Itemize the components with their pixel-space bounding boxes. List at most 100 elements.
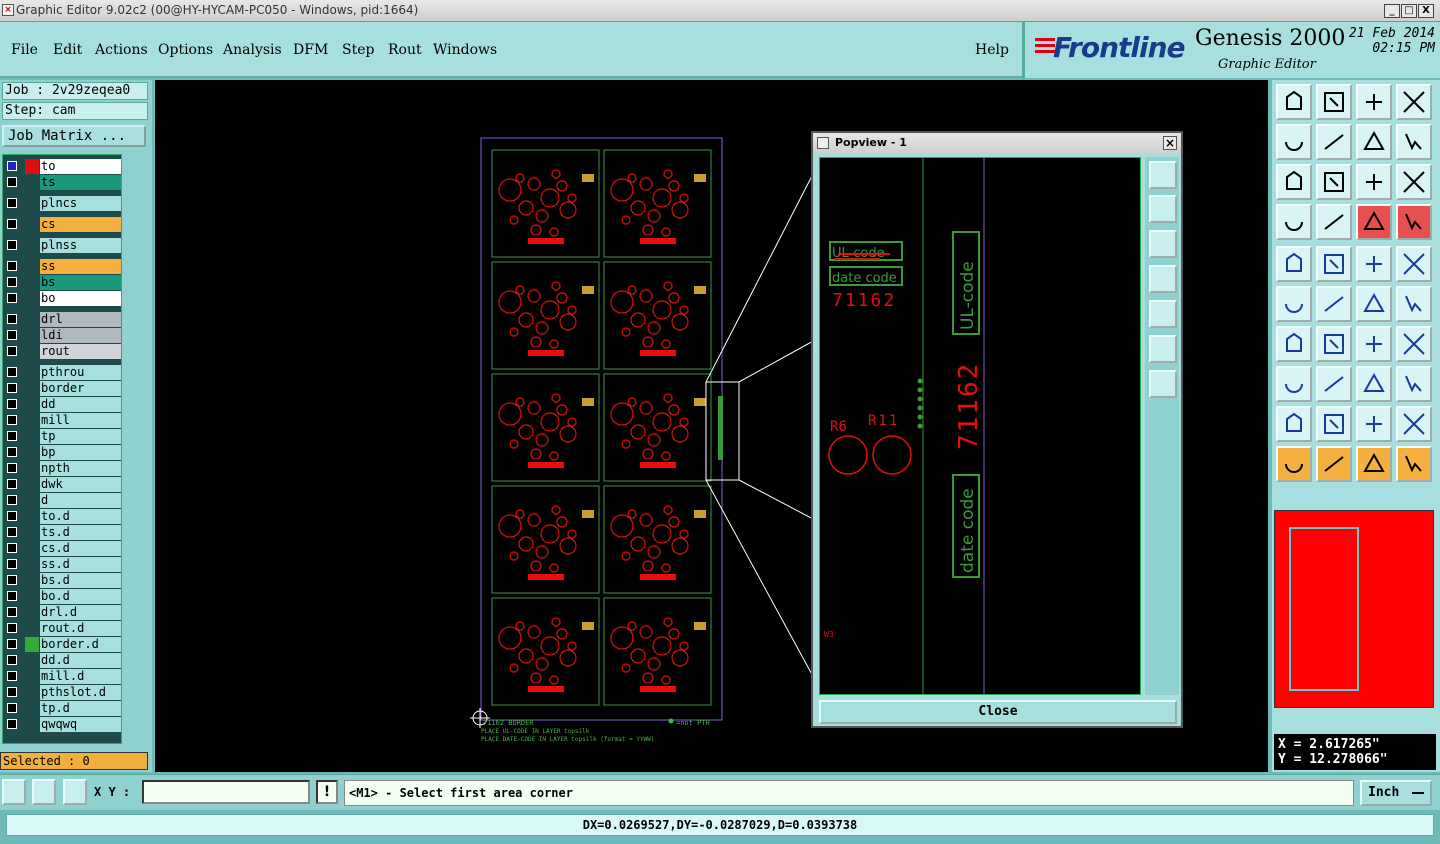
layer-checkbox[interactable] [7,198,17,208]
pan-right-icon[interactable] [1316,124,1352,160]
layer-checkbox[interactable] [7,655,17,665]
layer-checkbox[interactable] [7,383,17,393]
select-pointer-icon[interactable] [1276,446,1312,482]
layer-compare-2-icon[interactable] [1396,204,1432,240]
measure-mode-icon[interactable] [32,779,56,805]
layer-checkbox[interactable] [7,623,17,633]
layer-compare-icon[interactable] [1356,204,1392,240]
add-triangle-2-icon[interactable] [1316,406,1352,442]
layer-checkbox[interactable] [7,293,17,303]
layer-checkbox[interactable] [7,511,17,521]
snap-icon[interactable] [1396,124,1432,160]
layer-row[interactable]: rout.d [5,621,121,636]
menu-actions[interactable]: Actions [95,42,148,58]
grid-mode-icon[interactable] [63,779,87,805]
layer-row[interactable]: bo.d [5,589,121,604]
units-select[interactable]: Inch [1360,780,1432,806]
layer-checkbox[interactable] [7,161,17,171]
layer-checkbox[interactable] [7,367,17,377]
layer-row[interactable]: ts.d [5,525,121,540]
menu-windows[interactable]: Windows [433,42,497,58]
add-triangle-4-icon[interactable] [1396,406,1432,442]
layer-row[interactable]: pthrou [5,365,121,380]
layer-row[interactable]: cs [5,217,121,232]
layer-checkbox[interactable] [7,277,17,287]
move-point-icon[interactable] [1356,286,1392,322]
layer-row[interactable]: border [5,381,121,396]
layer-checkbox[interactable] [7,431,17,441]
snap-mode-icon[interactable] [2,779,26,805]
measure-ruler-icon[interactable] [1356,246,1392,282]
pan-left-icon[interactable] [1276,124,1312,160]
menu-edit[interactable]: Edit [53,42,82,58]
add-triangle-3-icon[interactable] [1356,406,1392,442]
popview-zoom-in-button[interactable] [1149,335,1177,363]
layer-row[interactable]: ss.d [5,557,121,572]
layer-checkbox[interactable] [7,687,17,697]
layer-checkbox[interactable] [7,330,17,340]
move-point-2-icon[interactable] [1396,286,1432,322]
menu-step[interactable]: Step [342,42,374,58]
popview-view[interactable]: UL-code date code 71162 R6 R11 W3 UL-cod… [819,157,1141,695]
layer-row[interactable]: to [5,159,121,174]
layer-checkbox[interactable] [7,399,17,409]
zoom-extents-icon[interactable] [1276,164,1312,200]
layer-checkbox[interactable] [7,177,17,187]
overview-map[interactable] [1274,510,1434,708]
layer-checkbox[interactable] [7,479,17,489]
popview-zoom-home-button[interactable] [1149,161,1177,189]
overview-viewport[interactable] [1289,527,1359,691]
layer-checkbox[interactable] [7,495,17,505]
close-window-button[interactable]: X [1418,4,1434,18]
layer-row[interactable]: border.d [5,637,121,652]
alert-icon[interactable]: ! [316,780,338,804]
layer-row[interactable]: bs [5,275,121,290]
layer-row[interactable]: plnss [5,238,121,253]
layer-checkbox[interactable] [7,261,17,271]
layer-checkbox[interactable] [7,575,17,585]
layer-checkbox[interactable] [7,314,17,324]
layer-row[interactable]: bp [5,445,121,460]
layer-row[interactable]: dwk [5,477,121,492]
layer-row[interactable]: tp.d [5,701,121,716]
layer-checkbox[interactable] [7,219,17,229]
layer-row[interactable]: npth [5,461,121,476]
select-pointer-3-icon[interactable] [1356,446,1392,482]
popview-pan-up-button[interactable] [1149,195,1177,223]
popview-zoom-out-button[interactable] [1149,370,1177,398]
popview-pan-right-button[interactable] [1149,300,1177,328]
draw-segment-icon[interactable] [1316,326,1352,362]
popview-close-button[interactable]: Close [819,700,1177,724]
layer-checkbox[interactable] [7,671,17,681]
menu-dfm[interactable]: DFM [293,42,328,58]
zoom-window-icon[interactable] [1396,84,1432,120]
layer-row[interactable]: dd.d [5,653,121,668]
menu-help[interactable]: Help [975,42,1009,58]
menu-file[interactable]: File [11,42,38,58]
layer-checkbox[interactable] [7,607,17,617]
filter-icon[interactable] [1276,204,1312,240]
layer-row[interactable]: bo [5,291,121,306]
delete-node-icon[interactable] [1316,286,1352,322]
job-matrix-button[interactable]: Job Matrix ... [2,125,146,147]
popview-close-icon[interactable]: × [1163,136,1177,150]
layer-row[interactable]: dd [5,397,121,412]
add-point-icon[interactable] [1396,246,1432,282]
layer-row[interactable]: ss [5,259,121,274]
layer-row[interactable]: cs.d [5,541,121,556]
layer-checkbox[interactable] [7,346,17,356]
add-triangle-icon[interactable] [1276,406,1312,442]
layer-checkbox[interactable] [7,543,17,553]
zoom-1-to-1-icon[interactable] [1356,164,1392,200]
layer-row[interactable]: bs.d [5,573,121,588]
cut-line-icon[interactable] [1316,366,1352,402]
popview-pan-down-button[interactable] [1149,230,1177,258]
layer-checkbox[interactable] [7,463,17,473]
layer-checkbox[interactable] [7,719,17,729]
layer-checkbox[interactable] [7,639,17,649]
zoom-area-icon[interactable] [1316,84,1352,120]
layer-row[interactable]: drl [5,312,121,327]
layer-row[interactable]: d [5,493,121,508]
layer-row[interactable]: ldi [5,328,121,343]
menu-analysis[interactable]: Analysis [223,42,282,58]
